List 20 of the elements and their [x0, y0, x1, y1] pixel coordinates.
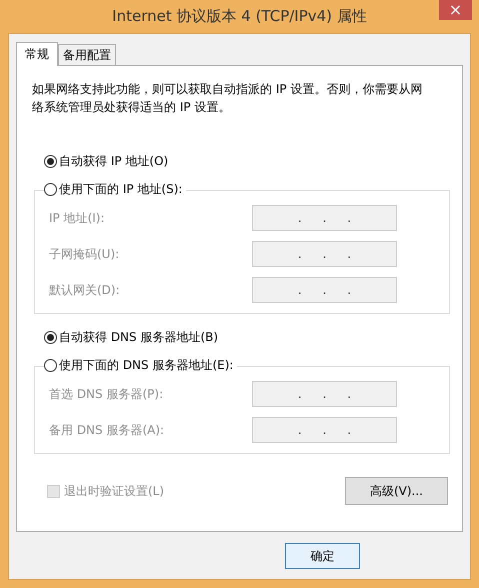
description-text: 如果网络支持此功能，则可以获取自动指派的 IP 设置。否则，你需要从网络系统管理员处获得适当的 IP 设置。: [32, 81, 424, 116]
field-label: 默认网关(D):: [49, 282, 120, 299]
ok-button[interactable]: 确定: [285, 543, 360, 569]
field-label: 备用 DNS 服务器(A):: [49, 422, 164, 439]
radio-label[interactable]: 自动获得 IP 地址(O): [59, 152, 168, 170]
radio-button[interactable]: [44, 154, 57, 168]
field-label: IP 地址(I):: [49, 210, 105, 227]
radio-label[interactable]: 自动获得 DNS 服务器地址(B): [59, 328, 218, 346]
radio-label[interactable]: 使用下面的 IP 地址(S):: [59, 180, 182, 198]
radio-button[interactable]: [44, 182, 57, 196]
radio-button[interactable]: [44, 330, 57, 344]
field-label: 子网掩码(U):: [49, 246, 120, 263]
window-title: Internet 协议版本 4 (TCP/IPv4) 属性: [112, 6, 367, 28]
tab[interactable]: 备用配置: [58, 44, 116, 65]
close-button[interactable]: ×: [439, 0, 472, 20]
field-label: 首选 DNS 服务器(P):: [49, 386, 164, 403]
radio-button[interactable]: [44, 358, 57, 372]
advanced-button[interactable]: 高级(V)...: [345, 477, 448, 505]
radio-label[interactable]: 使用下面的 DNS 服务器地址(E):: [59, 356, 234, 374]
tab[interactable]: 常规: [16, 42, 58, 66]
